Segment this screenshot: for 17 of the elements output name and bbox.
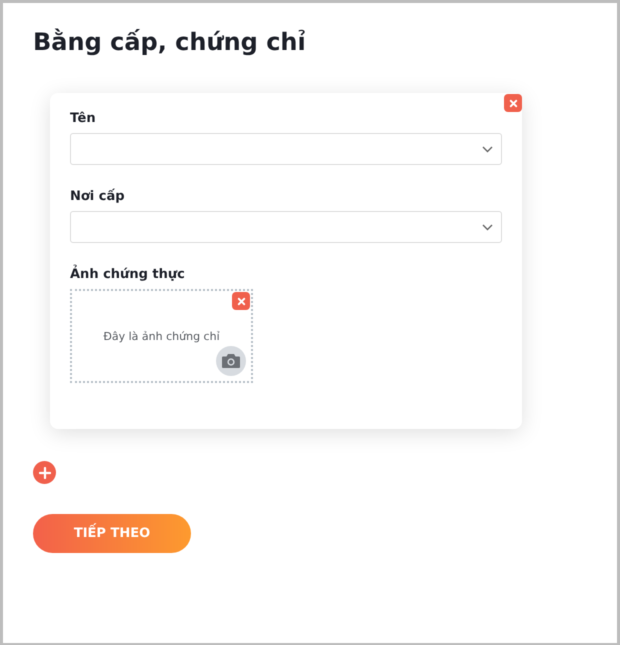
field-label: Tên [70, 111, 97, 126]
field-label: Nơi cấp [70, 189, 126, 204]
close-icon [508, 98, 518, 108]
close-button[interactable] [504, 94, 522, 112]
photo-caption: Đây là ảnh chứng chỉ [103, 330, 220, 342]
dropdown-field[interactable] [70, 211, 502, 243]
field-label: Ảnh chứng thực [70, 267, 502, 282]
plus-icon [38, 466, 50, 478]
photo-upload-area[interactable]: Đây là ảnh chứng chỉ [70, 289, 253, 383]
dropdown-field[interactable] [70, 133, 502, 165]
camera-icon[interactable] [216, 346, 246, 376]
add-button[interactable] [33, 461, 56, 484]
chevron-down-icon [482, 224, 493, 230]
chevron-down-icon [482, 146, 493, 152]
page-title: Bằng cấp, chứng chỉ [33, 27, 306, 58]
remove-photo-button[interactable] [232, 292, 250, 310]
close-icon [236, 296, 246, 306]
